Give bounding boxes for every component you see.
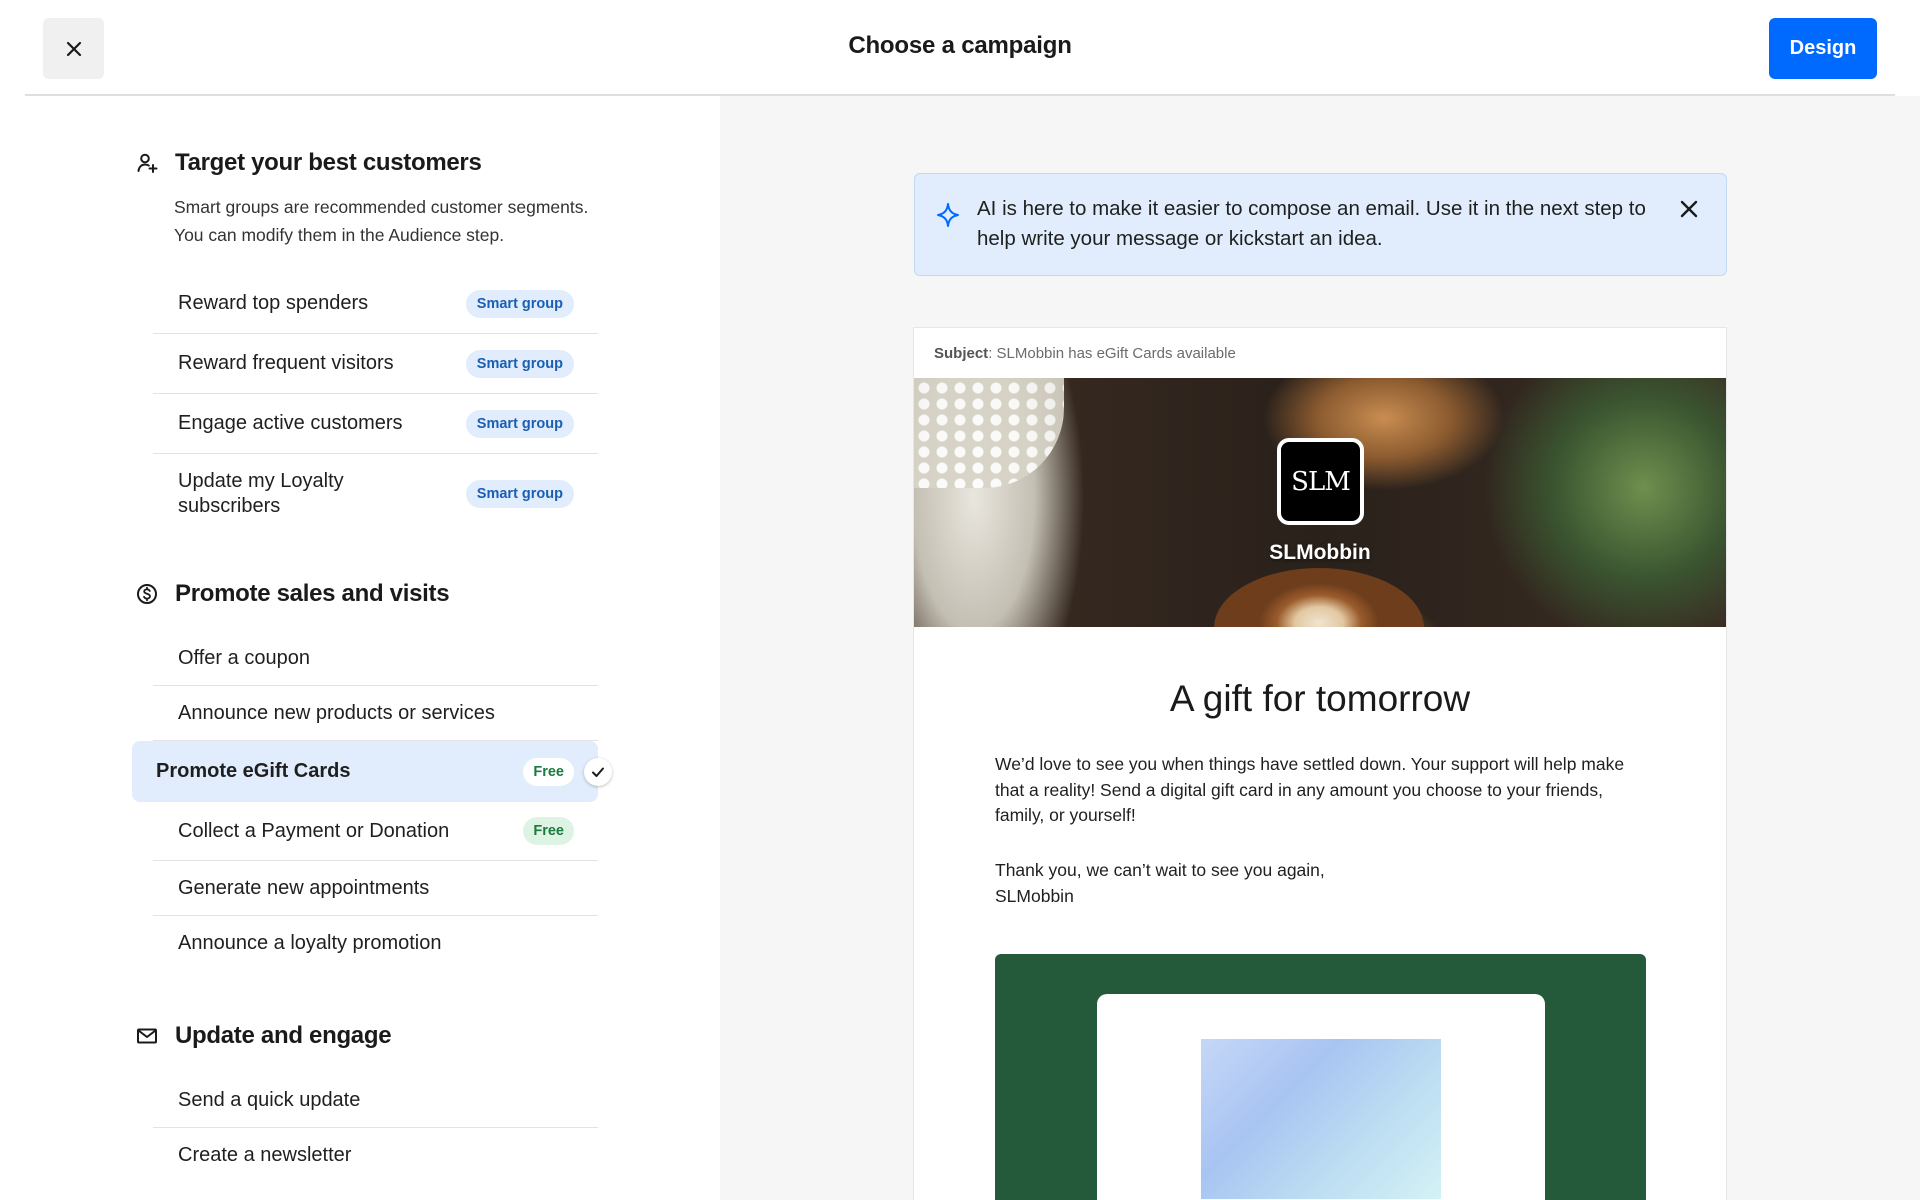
free-badge: Free [523, 817, 574, 845]
list-item-loyalty-promotion[interactable]: Announce a loyalty promotion [153, 916, 598, 971]
list-item-label: Send a quick update [178, 1088, 361, 1111]
smart-group-badge: Smart group [465, 349, 574, 378]
brand-logo: SLM [1277, 438, 1364, 525]
section-title: Target your best customers [175, 149, 482, 176]
list-item-quick-update[interactable]: Send a quick update [153, 1073, 598, 1128]
description-line: Smart groups are recommended customer se… [174, 197, 589, 217]
list-item-update-loyalty-subscribers[interactable]: Update my Loyalty subscribers Smart grou… [153, 454, 598, 534]
checkmark-icon [584, 757, 612, 786]
list-item-label: Update my Loyalty subscribers [178, 469, 344, 519]
list-item-label: Generate new appointments [178, 876, 430, 899]
list-item-label: Engage active customers [178, 412, 403, 434]
target-list: Reward top spenders Smart group Reward f… [153, 274, 598, 534]
ai-banner-text: AI is here to make it easier to compose … [977, 197, 1646, 250]
page-title: Choose a campaign [848, 32, 1072, 59]
list-item-promote-egift-cards[interactable]: Promote eGift Cards Free [132, 741, 612, 802]
logo-text: SLM [1291, 466, 1351, 497]
gift-card-panel [995, 954, 1646, 1200]
section-title: Update and engage [175, 1022, 392, 1049]
list-item-label: Collect a Payment or Donation [178, 819, 450, 842]
list-item-label: Promote eGift Cards [156, 760, 351, 782]
subject-label: Subject [934, 345, 989, 362]
section-target-header: Target your best customers [133, 149, 482, 177]
sparkle-icon [935, 202, 961, 233]
hero-decoration [914, 378, 1064, 488]
signoff-line: Thank you, we can’t wait to see you agai… [995, 860, 1325, 880]
email-preview: Subject: SLMobbin has eGift Cards availa… [913, 327, 1727, 1200]
list-item-label: Offer a coupon [178, 646, 310, 669]
smart-group-badge: Smart group [465, 409, 574, 438]
section-promote-header: Promote sales and visits [133, 580, 450, 608]
hero-latte [1214, 568, 1424, 627]
dollar-circle-icon [133, 580, 161, 608]
signoff-line: SLMobbin [995, 885, 1074, 906]
label-line: subscribers [178, 495, 281, 517]
list-item-label: Reward frequent visitors [178, 352, 394, 374]
list-item-label: Reward top spenders [178, 292, 369, 314]
list-item-offer-coupon[interactable]: Offer a coupon [153, 631, 598, 686]
list-item-generate-appointments[interactable]: Generate new appointments [153, 861, 598, 916]
list-item-collect-payment[interactable]: Collect a Payment or Donation Free [153, 802, 598, 861]
section-description: Smart groups are recommended customer se… [174, 193, 624, 249]
envelope-icon [133, 1022, 161, 1050]
promote-list: Offer a coupon Announce new products or … [132, 631, 612, 971]
list-item-reward-top-spenders[interactable]: Reward top spenders Smart group [153, 274, 598, 334]
list-item-label: Announce new products or services [178, 701, 495, 724]
subject-value: : SLMobbin has eGift Cards available [988, 345, 1236, 362]
email-subject: Subject: SLMobbin has eGift Cards availa… [934, 345, 1236, 362]
header-bar: Choose a campaign Design [0, 0, 1920, 96]
section-title: Promote sales and visits [175, 580, 450, 607]
email-signoff: Thank you, we can’t wait to see you agai… [995, 858, 1645, 909]
campaign-list-panel: Target your best customers Smart groups … [0, 96, 720, 1200]
smart-group-badge: Smart group [465, 289, 574, 318]
list-item-engage-active-customers[interactable]: Engage active customers Smart group [153, 394, 598, 454]
free-badge: Free [523, 757, 574, 786]
design-button[interactable]: Design [1769, 18, 1877, 79]
list-item-announce-products[interactable]: Announce new products or services [153, 686, 598, 741]
gift-card-image [1201, 1039, 1441, 1199]
person-plus-icon [133, 149, 161, 177]
label-line: Update my Loyalty [178, 470, 344, 492]
ai-banner: AI is here to make it easier to compose … [914, 173, 1727, 276]
section-engage-header: Update and engage [133, 1022, 392, 1050]
smart-group-badge: Smart group [465, 480, 574, 508]
list-item-newsletter[interactable]: Create a newsletter [153, 1128, 598, 1183]
close-icon[interactable] [1678, 198, 1700, 225]
list-item-label: Announce a loyalty promotion [178, 932, 442, 954]
list-item-label: Create a newsletter [178, 1144, 352, 1166]
email-headline: A gift for tomorrow [1169, 678, 1471, 719]
brand-name: SLMobbin [1269, 541, 1371, 564]
engage-list: Send a quick update Create a newsletter [153, 1073, 598, 1183]
hero-image: SLM SLMobbin [914, 378, 1726, 627]
email-body: We’d love to see you when things have se… [995, 754, 1625, 825]
list-item-reward-frequent-visitors[interactable]: Reward frequent visitors Smart group [153, 334, 598, 394]
description-line: You can modify them in the Audience step… [174, 225, 505, 245]
gift-card [1097, 994, 1545, 1200]
